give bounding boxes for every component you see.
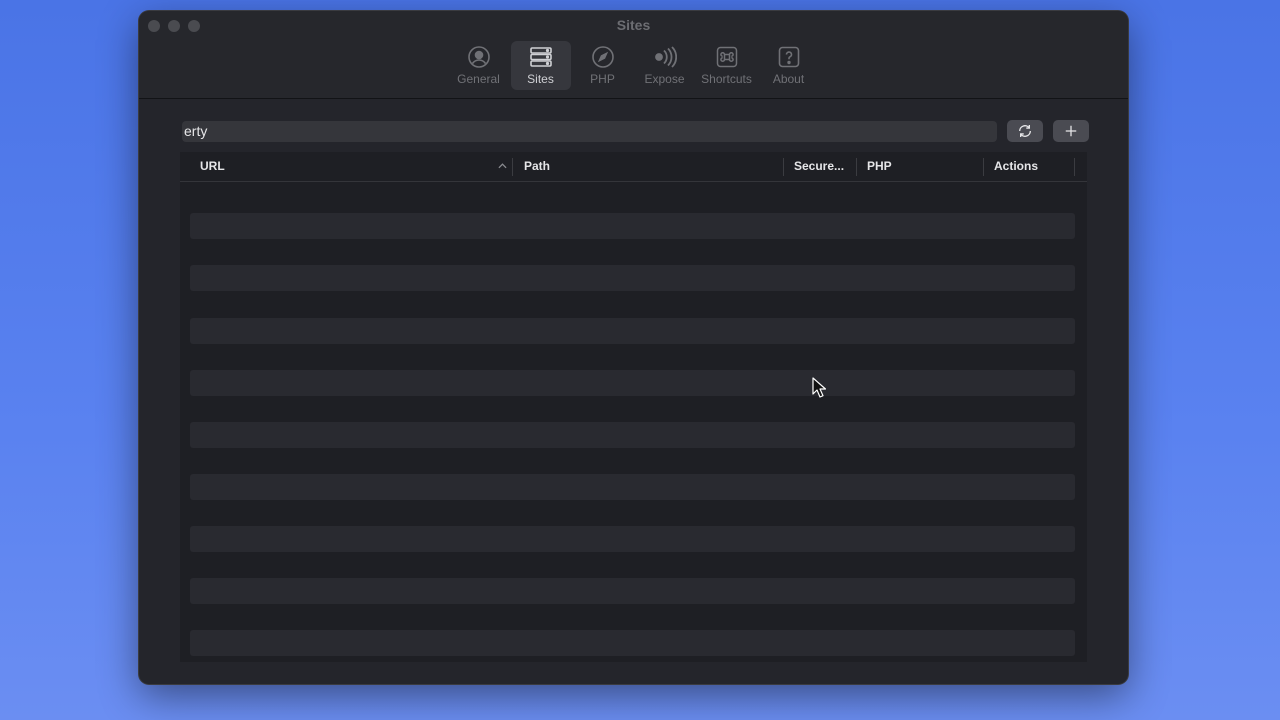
table-row-empty xyxy=(190,370,1075,396)
tab-general-label: General xyxy=(457,72,500,86)
user-circle-icon xyxy=(467,46,490,68)
refresh-button[interactable] xyxy=(1007,120,1043,142)
broadcast-icon xyxy=(654,46,677,68)
table-row-empty xyxy=(190,318,1075,344)
column-divider[interactable] xyxy=(983,158,984,176)
add-site-button[interactable] xyxy=(1053,120,1089,142)
refresh-icon xyxy=(1019,125,1031,137)
column-divider[interactable] xyxy=(856,158,857,176)
table-row-empty xyxy=(190,578,1075,604)
server-stack-icon xyxy=(529,47,552,67)
column-divider[interactable] xyxy=(783,158,784,176)
table-row-empty xyxy=(190,213,1075,239)
tab-about-label: About xyxy=(772,72,805,86)
column-php[interactable]: PHP xyxy=(867,159,892,173)
tab-expose[interactable]: Expose xyxy=(635,41,695,90)
column-secure[interactable]: Secure... xyxy=(794,159,844,173)
column-url[interactable]: URL xyxy=(200,159,225,173)
tab-shortcuts[interactable]: Shortcuts xyxy=(697,41,757,90)
command-key-icon xyxy=(716,46,737,68)
tab-php[interactable]: PHP xyxy=(573,41,633,90)
column-actions[interactable]: Actions xyxy=(994,159,1038,173)
window-title: Sites xyxy=(616,17,651,33)
tab-expose-label: Expose xyxy=(644,72,685,86)
tab-general[interactable]: General xyxy=(449,41,509,90)
tab-sites[interactable]: Sites xyxy=(510,41,571,90)
sites-window: Sites General Sites PHP Expose Shortcuts… xyxy=(139,11,1128,684)
tab-about[interactable]: About xyxy=(759,41,819,90)
titlebar: Sites General Sites PHP Expose Shortcuts… xyxy=(139,11,1128,99)
table-row-empty xyxy=(190,474,1075,500)
table-row-empty xyxy=(190,265,1075,291)
tab-shortcuts-label: Shortcuts xyxy=(701,72,752,86)
table-header: URL Path Secure... PHP Actions xyxy=(180,152,1087,182)
sort-ascending-icon xyxy=(498,163,507,169)
tab-sites-label: Sites xyxy=(527,72,554,86)
compass-icon xyxy=(591,46,614,68)
table-row-empty xyxy=(190,526,1075,552)
column-divider[interactable] xyxy=(512,158,513,176)
search-input[interactable]: erty xyxy=(182,121,997,142)
sites-table: URL Path Secure... PHP Actions xyxy=(180,152,1087,662)
column-divider[interactable] xyxy=(1074,158,1075,176)
mouse-pointer-icon xyxy=(812,377,826,398)
preferences-toolbar: General Sites PHP Expose Shortcuts About xyxy=(139,41,1128,90)
question-icon xyxy=(778,46,799,68)
tab-php-label: PHP xyxy=(590,72,615,86)
column-path[interactable]: Path xyxy=(524,159,550,173)
plus-icon xyxy=(1065,125,1077,137)
table-row-empty xyxy=(190,630,1075,656)
table-row-empty xyxy=(190,422,1075,448)
